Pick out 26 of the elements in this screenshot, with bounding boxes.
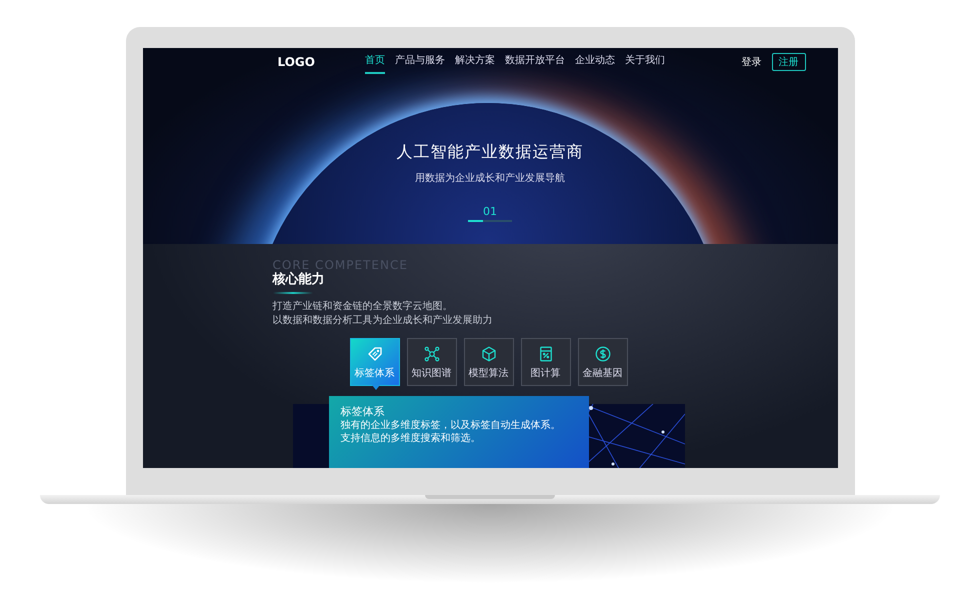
section-description: 以数据和数据分析工具为企业成长和产业发展助力 bbox=[272, 314, 492, 328]
nav-link[interactable]: 首页 bbox=[364, 50, 385, 74]
tag-icon bbox=[366, 344, 384, 362]
feature-tile[interactable]: 知识图谱 bbox=[406, 338, 456, 386]
card-title: 标签体系 bbox=[340, 404, 386, 419]
graph-icon bbox=[422, 344, 440, 362]
card-text: 支持信息的多维度搜索和筛选。 bbox=[340, 432, 482, 445]
feature-tile[interactable]: 图计算 bbox=[520, 338, 570, 386]
logo: LOGO bbox=[278, 55, 315, 69]
nav-link[interactable]: 产品与服务 bbox=[394, 50, 445, 74]
section-description: 打造产业链和资金链的全景数字云地图。 bbox=[272, 300, 452, 314]
card-text: 独有的企业多维度标签，以及标签自动生成体系。 bbox=[340, 419, 562, 432]
coin-icon bbox=[594, 344, 612, 362]
feature-tile[interactable]: 金融基因 bbox=[578, 338, 628, 386]
feature-tile[interactable]: 模型算法 bbox=[464, 338, 514, 386]
cube-icon bbox=[480, 344, 498, 362]
nav-link[interactable]: 数据开放平台 bbox=[504, 50, 565, 74]
section-title: 核心能力 bbox=[272, 270, 324, 288]
nav-link[interactable]: 企业动态 bbox=[574, 50, 615, 74]
register-button[interactable]: 注册 bbox=[772, 53, 806, 71]
slide-number: 01 bbox=[483, 205, 497, 218]
nav-link[interactable]: 解决方案 bbox=[454, 50, 495, 74]
nav-link[interactable]: 关于我们 bbox=[624, 50, 665, 74]
login-link[interactable]: 登录 bbox=[742, 55, 762, 69]
hero-title: 人工智能产业数据运营商 bbox=[396, 142, 584, 163]
hero-subtitle: 用数据为企业成长和产业发展导航 bbox=[415, 172, 565, 185]
